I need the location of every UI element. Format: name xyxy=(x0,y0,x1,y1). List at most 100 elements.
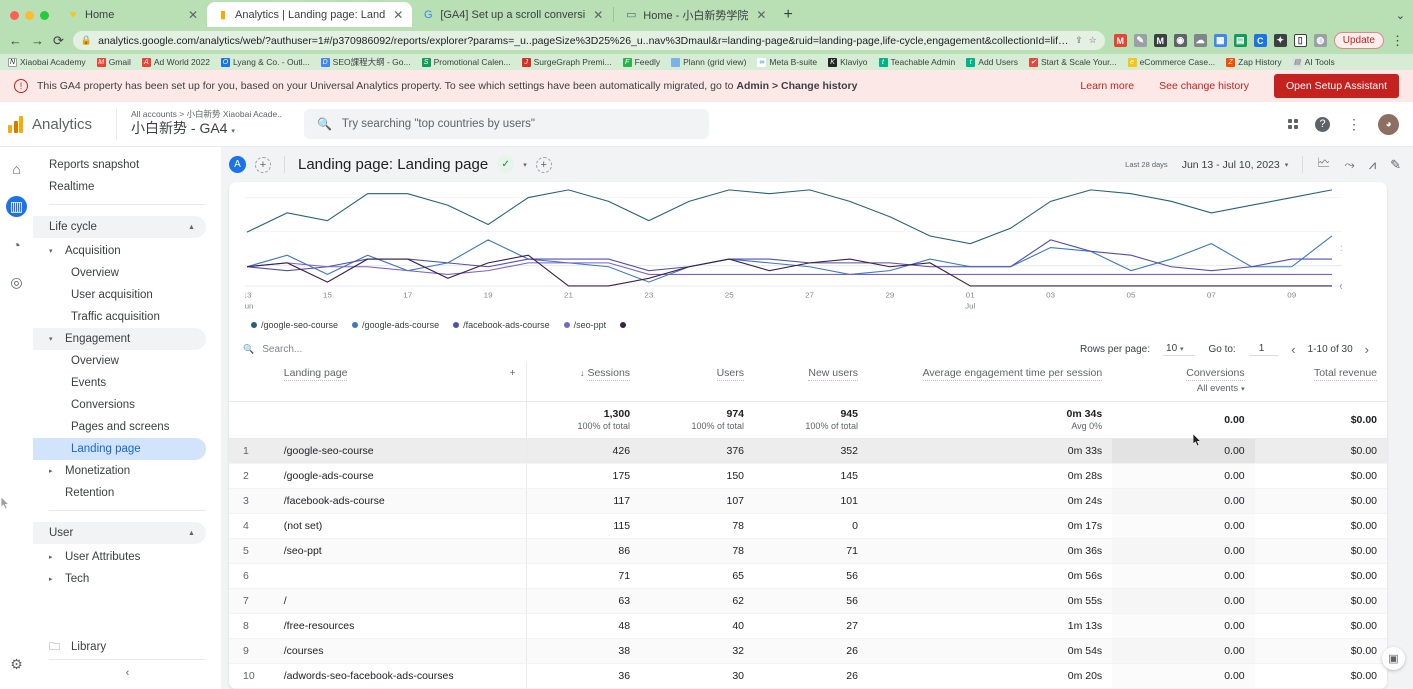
rows-per-page-select[interactable]: 10 ▾ xyxy=(1163,343,1195,356)
minimize-window-button[interactable] xyxy=(25,11,34,20)
add-comparison-button[interactable]: + xyxy=(255,157,271,173)
add-dimension-icon[interactable]: + xyxy=(509,367,515,379)
share-page-icon[interactable]: ⇪ xyxy=(1075,35,1083,46)
chevron-down-icon[interactable]: ▾ xyxy=(523,161,527,169)
sidebar-item-acquisition[interactable]: ▾Acquisition xyxy=(33,240,206,262)
reports-icon[interactable]: ▥ xyxy=(6,196,27,217)
sidebar-item-user-acquisition[interactable]: User acquisition xyxy=(33,284,206,306)
legend-item[interactable]: /google-ads-course xyxy=(352,320,439,330)
apps-grid-icon[interactable] xyxy=(1288,119,1298,129)
sidebar-section-life-cycle[interactable]: Life cycle▲ xyxy=(33,216,206,238)
table-row[interactable]: 10 /adwords-seo-facebook-ads-courses 36 … xyxy=(229,664,1387,689)
bookmark-item[interactable]: OLyang & Co. - Outl... xyxy=(221,57,310,67)
table-row[interactable]: 4 (not set) 115 78 0 0m 17s 0.00 $0.00 xyxy=(229,514,1387,539)
blue-extension-icon[interactable]: ▦ xyxy=(1214,34,1227,47)
profile-switch-icon[interactable]: ◍ xyxy=(1314,34,1327,47)
row-landing-page[interactable]: / xyxy=(274,589,526,614)
pen-extension-icon[interactable]: ✎ xyxy=(1134,34,1147,47)
bookmark-item[interactable]: tAdd Users xyxy=(966,57,1018,67)
bookmark-item[interactable]: JSurgeGraph Premi... xyxy=(522,57,612,67)
share-icon[interactable]: ⤳ xyxy=(1344,157,1354,173)
collapse-nav-button[interactable]: ‹ xyxy=(49,659,206,685)
row-landing-page[interactable]: /seo-ppt xyxy=(274,539,526,564)
column-header-new-users[interactable]: New users xyxy=(754,362,868,402)
next-page-button[interactable]: › xyxy=(1365,342,1369,357)
sidebar-item-user-attributes[interactable]: ▸User Attributes xyxy=(33,546,206,568)
close-tab-button[interactable]: ✕ xyxy=(591,9,605,21)
table-row[interactable]: 1 /google-seo-course 426 376 352 0m 33s … xyxy=(229,439,1387,464)
conversions-event-selector[interactable]: All events▾ xyxy=(1122,383,1244,394)
table-row[interactable]: 5 /seo-ppt 86 78 71 0m 36s 0.00 $0.00 xyxy=(229,539,1387,564)
sidebar-item-conversions[interactable]: Conversions xyxy=(33,394,206,416)
sidebar-item-acquisition-overview[interactable]: Overview xyxy=(33,262,206,284)
new-tab-button[interactable]: + xyxy=(775,7,800,27)
gmail-extension-icon[interactable]: M xyxy=(1114,34,1127,47)
learn-more-link[interactable]: Learn more xyxy=(1080,80,1134,92)
column-header-conversions[interactable]: ConversionsAll events▾ xyxy=(1112,362,1254,402)
bookmark-item[interactable]: tTeachable Admin xyxy=(879,57,956,67)
sidebar-item-monetization[interactable]: ▸Monetization xyxy=(33,460,206,482)
see-change-history-link[interactable]: See change history xyxy=(1159,80,1249,92)
column-header-avg-engagement[interactable]: Average engagement time per session xyxy=(868,362,1112,402)
puzzle-extension-icon[interactable]: ✦ xyxy=(1274,34,1287,47)
close-tab-button[interactable]: ✕ xyxy=(391,9,405,21)
avatar[interactable]: ◕ xyxy=(1378,114,1399,135)
address-bar[interactable]: 🔒 analytics.google.com/analytics/web/?au… xyxy=(73,31,1105,50)
feedback-button[interactable]: ▣ xyxy=(1382,647,1405,670)
legend-item[interactable]: /facebook-ads-course xyxy=(453,320,550,330)
close-tab-button[interactable]: ✕ xyxy=(186,9,200,21)
browser-tab-1[interactable]: ▮ Analytics | Landing page: Land ✕ xyxy=(207,2,412,27)
explore-icon[interactable]: ◔ xyxy=(6,234,27,255)
bookmark-item[interactable]: ∞Meta B-suite xyxy=(757,57,817,67)
window-controls[interactable] xyxy=(8,11,57,27)
table-row[interactable]: 8 /free-resources 48 40 27 1m 13s 0.00 $… xyxy=(229,614,1387,639)
home-icon[interactable]: ⌂ xyxy=(6,158,27,179)
admin-gear-icon[interactable]: ⚙ xyxy=(6,654,27,675)
line-chart[interactable]: 13Jun151719212325272901Jul03050709 010 xyxy=(229,182,1387,318)
back-button[interactable]: ← xyxy=(9,34,22,47)
table-row[interactable]: 2 /google-ads-course 175 150 145 0m 28s … xyxy=(229,464,1387,489)
column-header-sessions[interactable]: ↓Sessions xyxy=(526,362,640,402)
kebab-icon[interactable]: ⋮ xyxy=(1347,117,1361,131)
goto-page-input[interactable]: 1 xyxy=(1249,343,1279,356)
compare-icon[interactable]: ⩘ xyxy=(1369,157,1376,173)
sidepanel-icon[interactable]: ▯ xyxy=(1294,34,1307,47)
bookmark-item[interactable]: Plann (grid view) xyxy=(671,57,746,67)
sidebar-item-traffic-acquisition[interactable]: Traffic acquisition xyxy=(33,306,206,328)
row-landing-page[interactable]: /facebook-ads-course xyxy=(274,489,526,514)
green-extension-icon[interactable]: ▤ xyxy=(1234,34,1247,47)
sidebar-item-realtime[interactable]: Realtime xyxy=(33,176,206,198)
table-search-input[interactable]: 🔍 Search... xyxy=(243,344,302,355)
camera-extension-icon[interactable]: ◉ xyxy=(1174,34,1187,47)
comparison-badge[interactable]: A xyxy=(229,156,246,173)
browser-tab-0[interactable]: ♥ Home ✕ xyxy=(57,2,207,27)
sidebar-item-library[interactable]: 🗀Library xyxy=(33,635,220,659)
bookmark-item[interactable]: ✔Start & Scale Your... xyxy=(1029,57,1117,67)
row-landing-page[interactable] xyxy=(274,564,526,589)
column-header-total-revenue[interactable]: Total revenue xyxy=(1255,362,1387,402)
table-row[interactable]: 9 /courses 38 32 26 0m 54s 0.00 $0.00 xyxy=(229,639,1387,664)
legend-item[interactable]: /google-seo-course xyxy=(251,320,338,330)
property-selector[interactable]: All accounts > 小白新势 Xiaobai Acade.. 小白新势… xyxy=(116,109,282,140)
bookmark-item[interactable]: ▤AI Tools xyxy=(1293,57,1335,67)
table-row[interactable]: 3 /facebook-ads-course 117 107 101 0m 24… xyxy=(229,489,1387,514)
date-range-picker[interactable]: Jun 13 - Jul 10, 2023▾ xyxy=(1182,159,1289,171)
previous-page-button[interactable]: ‹ xyxy=(1291,342,1295,357)
bookmark-item[interactable]: MGmail xyxy=(97,57,131,67)
edit-icon[interactable]: ✎ xyxy=(1390,157,1401,173)
ga-logo-area[interactable]: Analytics xyxy=(8,116,112,133)
sidebar-item-events[interactable]: Events xyxy=(33,372,206,394)
legend-item[interactable] xyxy=(620,322,630,328)
row-landing-page[interactable]: /free-resources xyxy=(274,614,526,639)
row-landing-page[interactable]: (not set) xyxy=(274,514,526,539)
update-button[interactable]: Update xyxy=(1334,32,1384,49)
sidebar-item-landing-page[interactable]: Landing page xyxy=(33,438,206,460)
bookmark-item[interactable]: AAd World 2022 xyxy=(142,57,210,67)
column-header-landing-page[interactable]: Landing page + xyxy=(274,362,526,402)
reload-button[interactable]: ⟳ xyxy=(53,34,64,47)
sidebar-item-engagement-overview[interactable]: Overview xyxy=(33,350,206,372)
m-extension-icon[interactable]: M xyxy=(1154,34,1167,47)
bookmark-item[interactable]: ZZap History xyxy=(1226,57,1281,67)
bookmark-item[interactable]: KKlaviyo xyxy=(828,57,867,67)
browser-tab-2[interactable]: G [GA4] Set up a scroll conversi ✕ xyxy=(412,2,612,27)
